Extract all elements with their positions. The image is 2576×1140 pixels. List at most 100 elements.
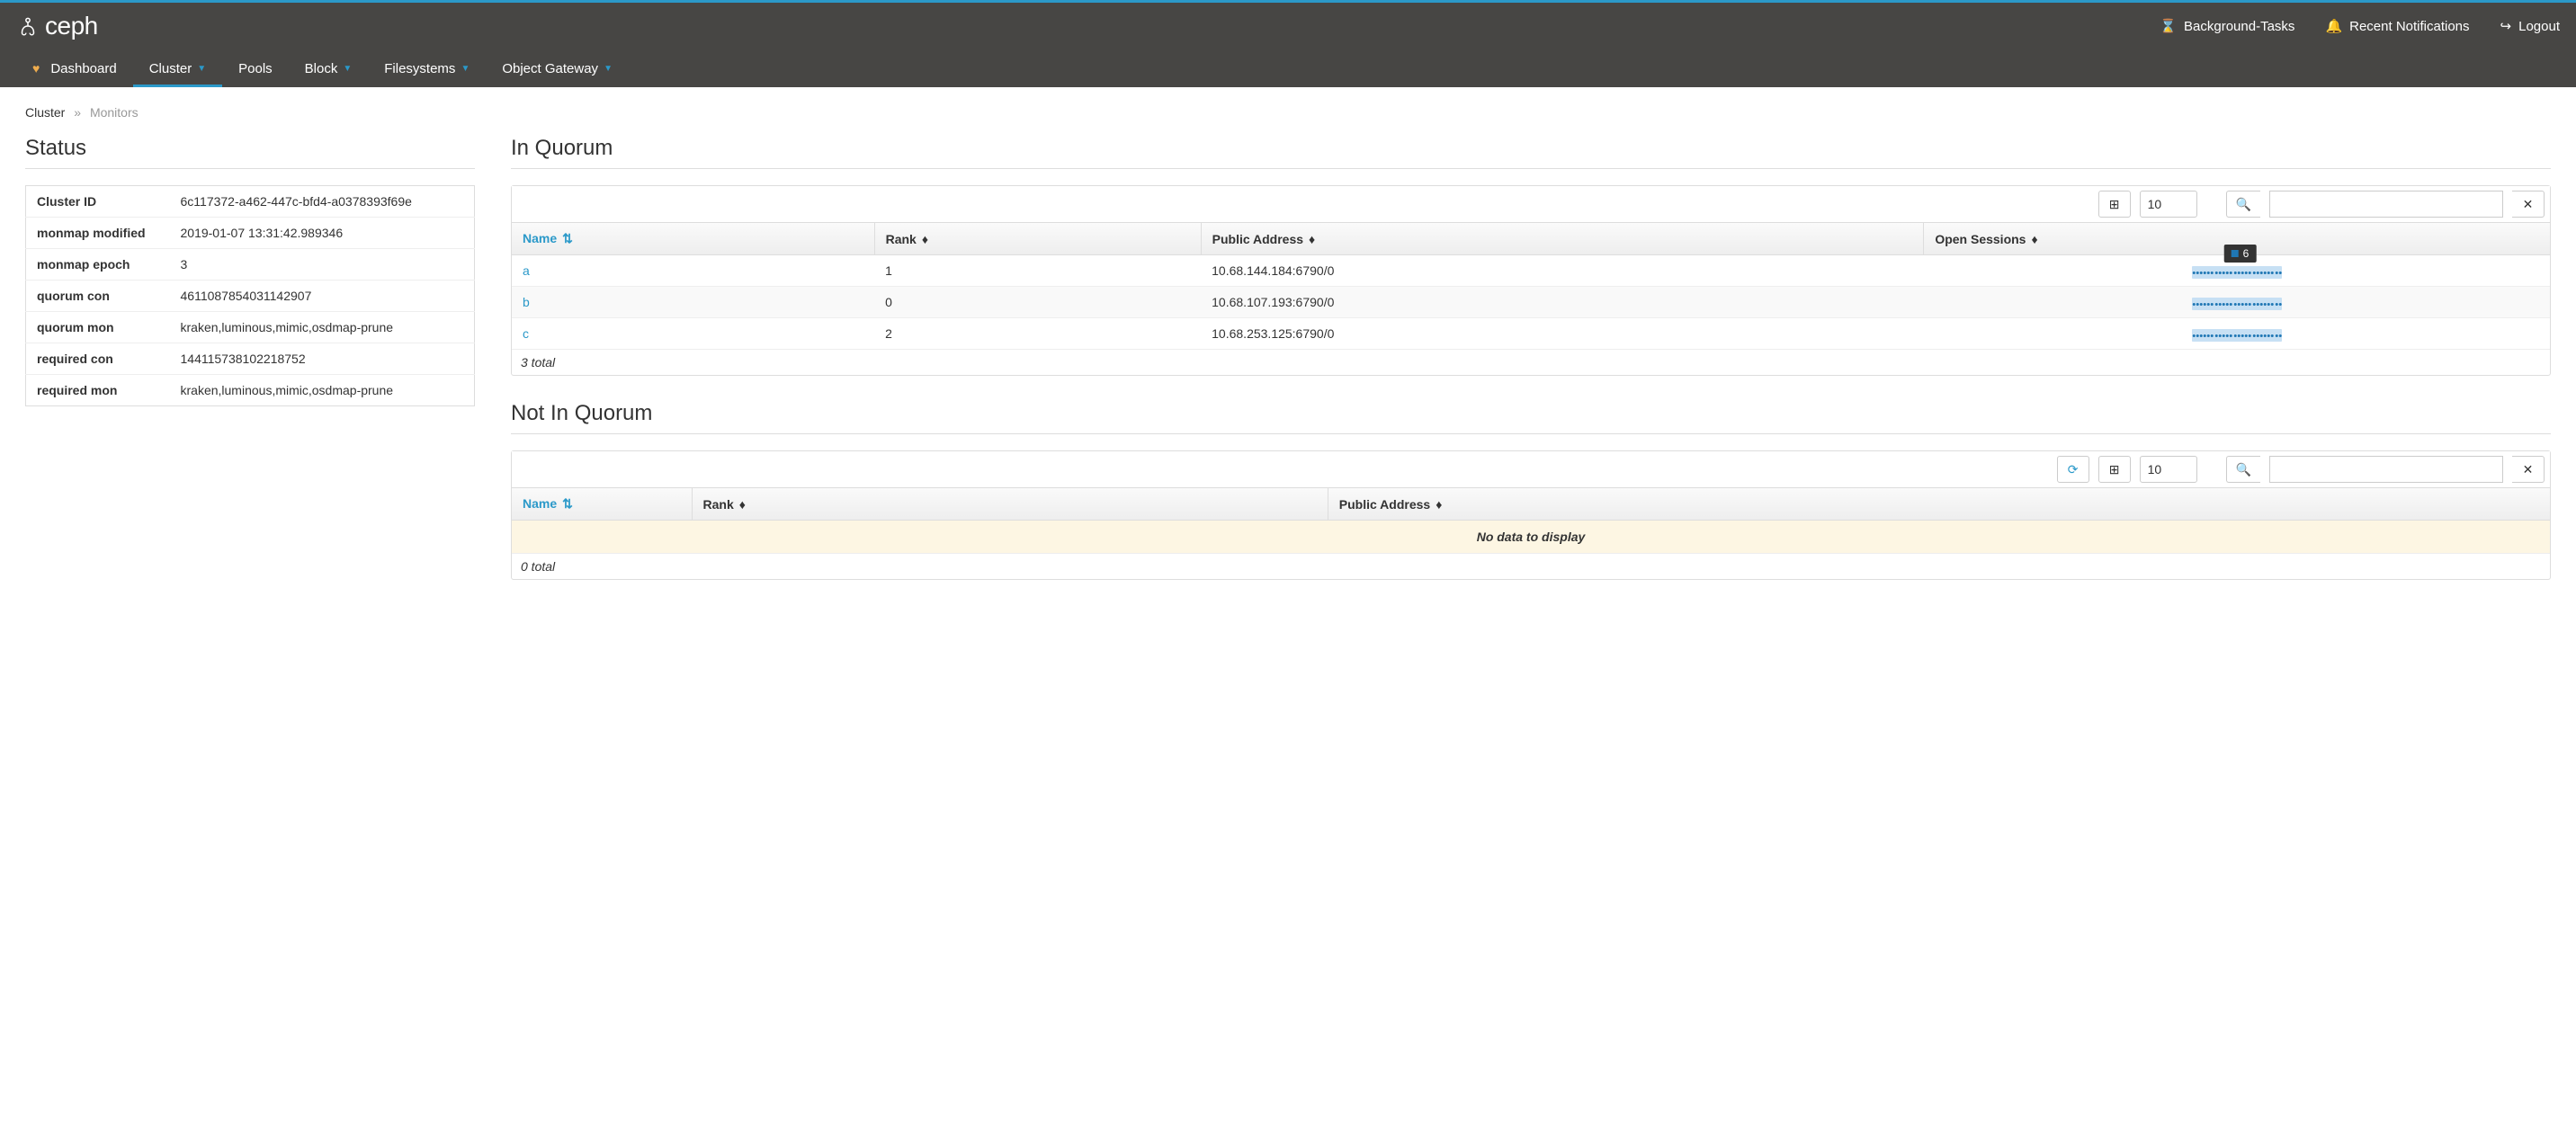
refresh-button[interactable]: ⟳ [2057,456,2089,483]
nav-filesystems-label: Filesystems [384,61,455,76]
logout-link[interactable]: ↪ Logout [2500,18,2560,34]
breadcrumb-current: Monitors [90,105,139,120]
sort-icon: ♦ [1436,497,1442,512]
col-rank[interactable]: Rank♦ [874,223,1201,255]
background-tasks-link[interactable]: ⌛ Background-Tasks [2160,18,2294,34]
breadcrumb-separator: » [74,105,81,120]
clear-search-button[interactable]: ✕ [2512,191,2545,218]
chevron-down-icon: ▼ [461,64,470,74]
not-in-quorum-heading: Not In Quorum [511,401,2551,434]
col-addr[interactable]: Public Address♦ [1201,223,1924,255]
col-name[interactable]: Name⇅ [512,223,874,255]
table-row: c210.68.253.125:6790/0 [512,318,2550,350]
status-key: quorum con [26,281,170,312]
status-key: required con [26,343,170,375]
col-addr[interactable]: Public Address♦ [1328,488,2550,521]
in-quorum-heading: In Quorum [511,136,2551,169]
nav-filesystems[interactable]: Filesystems ▼ [368,49,486,87]
notifications-link[interactable]: 🔔 Recent Notifications [2325,18,2469,34]
status-value: 144115738102218752 [170,343,475,375]
not-in-quorum-panel: ⟳ ⊞ 🔍 ✕ Name⇅ Rank♦ Public Address♦ [511,450,2551,580]
top-links: ⌛ Background-Tasks 🔔 Recent Notification… [2160,18,2560,34]
status-row: quorum monkraken,luminous,mimic,osdmap-p… [26,312,475,343]
sort-icon: ♦ [922,232,928,246]
table-icon: ⊞ [2109,197,2120,212]
in-quorum-toolbar: ⊞ 🔍 ✕ [512,186,2550,223]
status-value: kraken,luminous,mimic,osdmap-prune [170,312,475,343]
table-row: b010.68.107.193:6790/0 [512,287,2550,318]
mon-name-link[interactable]: c [512,318,874,350]
close-icon: ✕ [2523,462,2534,477]
col-rank[interactable]: Rank♦ [692,488,1328,521]
main-nav: ♥ Dashboard Cluster ▼ Pools Block ▼ File… [0,49,2576,87]
header: ceph ⌛ Background-Tasks 🔔 Recent Notific… [0,3,2576,49]
not-in-quorum-footer: 0 total [512,554,2550,579]
status-value: 4611087854031142907 [170,281,475,312]
mon-sessions-spark [1924,287,2550,318]
status-row: required con144115738102218752 [26,343,475,375]
breadcrumb-root[interactable]: Cluster [25,105,65,120]
nav-cluster[interactable]: Cluster ▼ [133,49,222,87]
background-tasks-label: Background-Tasks [2184,19,2294,34]
status-value: 3 [170,249,475,281]
status-row: Cluster ID6c117372-a462-447c-bfd4-a03783… [26,186,475,218]
status-key: Cluster ID [26,186,170,218]
nav-object-gateway[interactable]: Object Gateway ▼ [486,49,629,87]
columns-button[interactable]: ⊞ [2098,191,2131,218]
mon-name-link[interactable]: a [512,255,874,287]
col-sessions[interactable]: Open Sessions♦ [1924,223,2550,255]
sort-asc-icon: ⇅ [562,231,573,246]
chevron-down-icon: ▼ [343,64,352,74]
ceph-icon [16,14,40,38]
status-row: monmap epoch3 [26,249,475,281]
not-in-quorum-toolbar: ⟳ ⊞ 🔍 ✕ [512,451,2550,488]
not-in-quorum-table: Name⇅ Rank♦ Public Address♦ [512,488,2550,521]
chevron-down-icon: ▼ [197,64,206,74]
mon-name-link[interactable]: b [512,287,874,318]
nav-pools[interactable]: Pools [222,49,289,87]
page-size-input[interactable] [2140,191,2197,218]
status-row: required monkraken,luminous,mimic,osdmap… [26,375,475,406]
page-content: Cluster » Monitors Status Cluster ID6c11… [0,87,2576,616]
status-key: quorum mon [26,312,170,343]
bell-icon: 🔔 [2325,18,2342,34]
columns-button[interactable]: ⊞ [2098,456,2131,483]
clear-search-button[interactable]: ✕ [2512,456,2545,483]
search-button[interactable]: 🔍 [2226,191,2260,218]
nav-pools-label: Pools [238,61,273,76]
sort-icon: ♦ [739,497,746,512]
in-quorum-panel: ⊞ 🔍 ✕ Name⇅ Rank♦ Public Address♦ Open S… [511,185,2551,376]
status-key: monmap epoch [26,249,170,281]
in-quorum-footer: 3 total [512,350,2550,375]
logout-icon: ↪ [2500,18,2512,34]
nav-block[interactable]: Block ▼ [289,49,369,87]
sort-icon: ♦ [1309,232,1315,246]
col-name[interactable]: Name⇅ [512,488,692,521]
search-icon: 🔍 [2236,197,2251,212]
mon-addr: 10.68.144.184:6790/0 [1201,255,1924,287]
table-icon: ⊞ [2109,462,2120,477]
table-row: a110.68.144.184:6790/06 [512,255,2550,287]
page-size-input[interactable] [2140,456,2197,483]
mon-rank: 0 [874,287,1201,318]
mon-rank: 2 [874,318,1201,350]
breadcrumb: Cluster » Monitors [25,96,2551,136]
search-icon: 🔍 [2236,462,2251,477]
chevron-down-icon: ▼ [604,64,613,74]
status-key: required mon [26,375,170,406]
status-value: 6c117372-a462-447c-bfd4-a0378393f69e [170,186,475,218]
search-input[interactable] [2269,191,2503,218]
status-row: monmap modified2019-01-07 13:31:42.98934… [26,218,475,249]
nav-dashboard[interactable]: ♥ Dashboard [16,49,133,87]
close-icon: ✕ [2523,197,2534,212]
search-button[interactable]: 🔍 [2226,456,2260,483]
heartbeat-icon: ♥ [32,61,40,76]
mon-addr: 10.68.107.193:6790/0 [1201,287,1924,318]
nav-object-gateway-label: Object Gateway [502,61,598,76]
search-input[interactable] [2269,456,2503,483]
status-heading: Status [25,136,475,169]
brand-logo[interactable]: ceph [16,12,98,40]
nav-block-label: Block [305,61,338,76]
no-data-row: No data to display [512,521,2550,554]
sort-asc-icon: ⇅ [562,496,573,512]
